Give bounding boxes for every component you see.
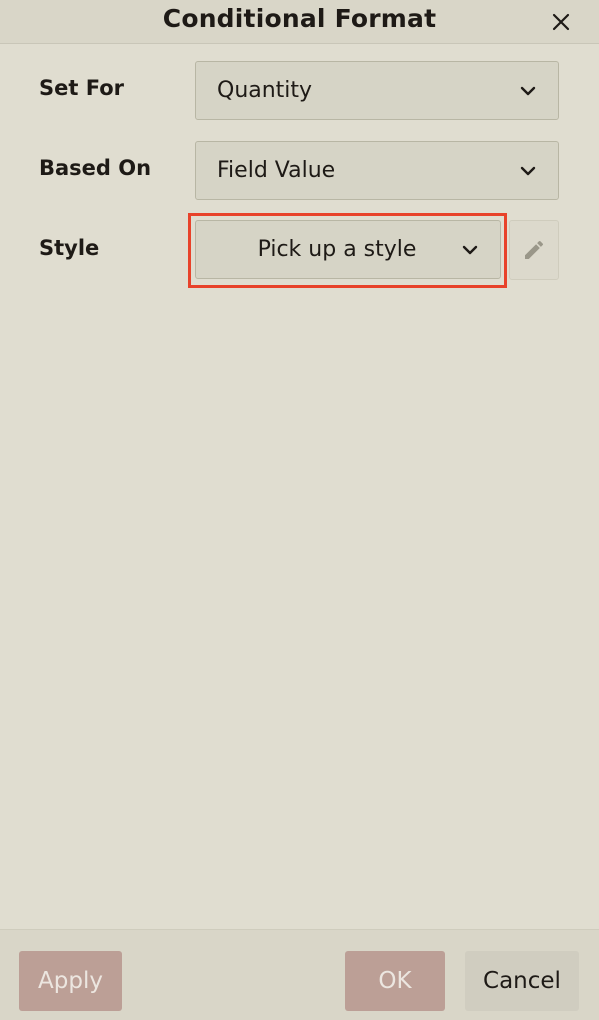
set-for-value: Quantity <box>217 78 313 103</box>
chevron-down-icon <box>498 166 558 176</box>
set-for-select[interactable]: Quantity <box>195 61 559 120</box>
ok-button[interactable]: OK <box>345 951 445 1011</box>
chevron-down-icon <box>440 245 500 255</box>
based-on-label: Based On <box>39 156 152 180</box>
cancel-button[interactable]: Cancel <box>465 951 579 1011</box>
edit-style-button[interactable] <box>509 220 559 280</box>
style-select[interactable]: Pick up a style <box>195 220 501 279</box>
conditional-format-dialog: Conditional Format Set For Quantity Base… <box>0 0 599 1020</box>
based-on-select[interactable]: Field Value <box>195 141 559 200</box>
based-on-value: Field Value <box>217 158 336 183</box>
close-button[interactable] <box>547 8 575 36</box>
dialog-header: Conditional Format <box>0 0 599 44</box>
dialog-footer: Apply OK Cancel <box>0 929 599 1020</box>
style-value: Pick up a style <box>257 237 417 262</box>
set-for-label: Set For <box>39 76 124 100</box>
apply-button[interactable]: Apply <box>19 951 122 1011</box>
style-label: Style <box>39 236 100 260</box>
dialog-title: Conditional Format <box>162 4 437 33</box>
chevron-down-icon <box>498 86 558 96</box>
pencil-icon <box>525 240 544 259</box>
close-icon <box>552 13 570 31</box>
